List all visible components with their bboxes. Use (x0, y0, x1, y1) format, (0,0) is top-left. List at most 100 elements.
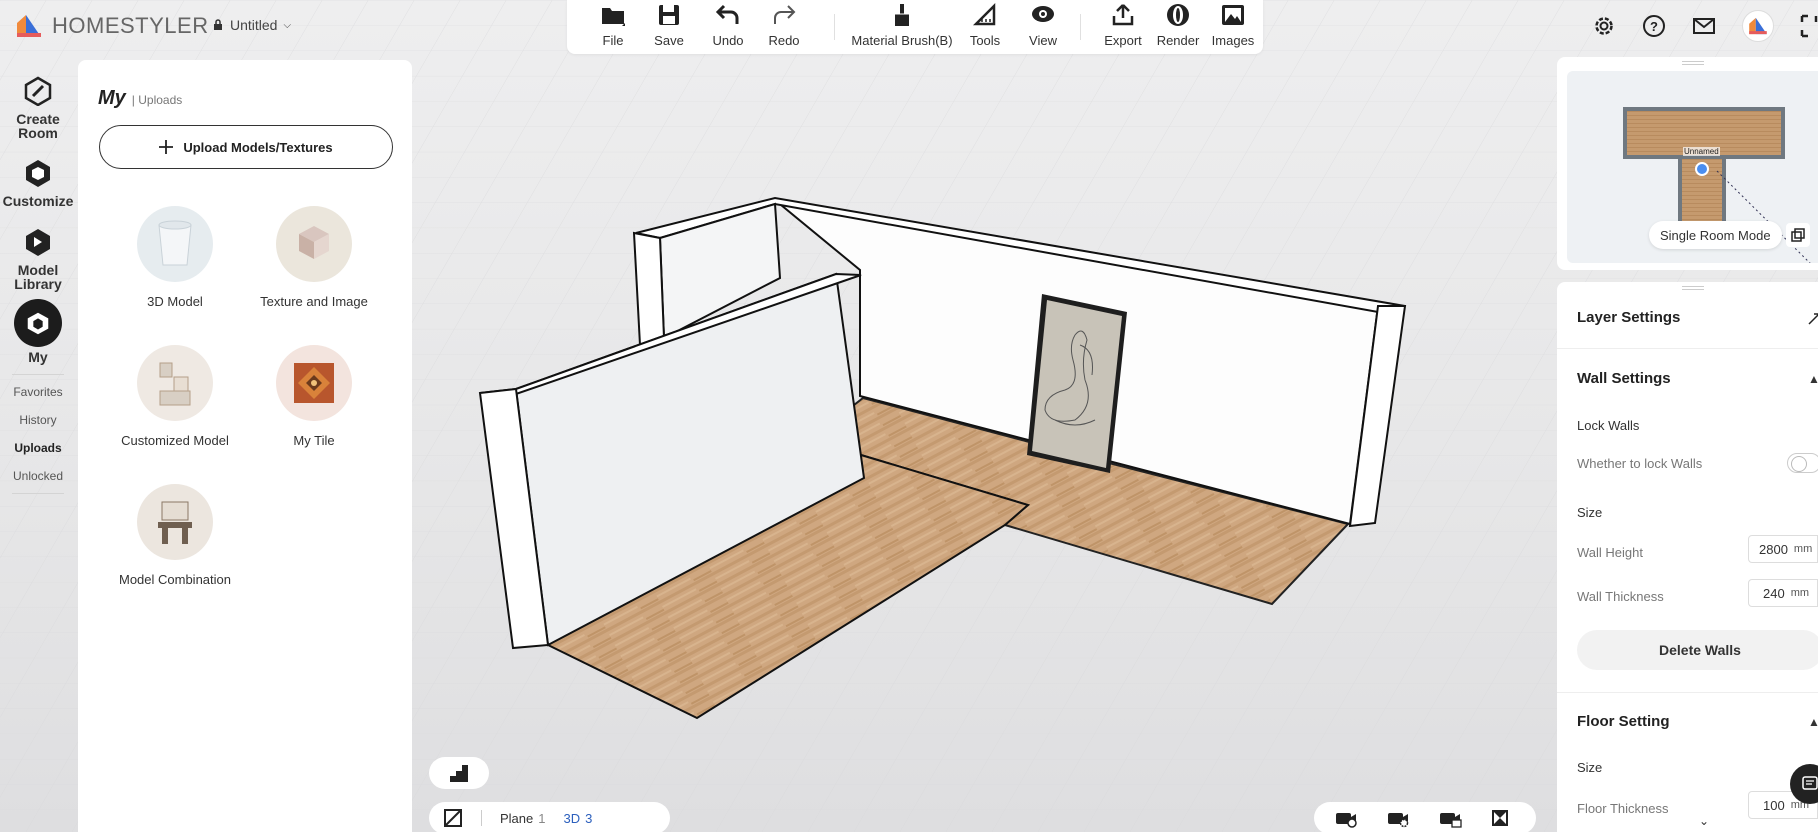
homestyler-logo-icon (17, 15, 41, 37)
lock-icon (214, 19, 222, 30)
brand-name: HOMESTYLER (52, 13, 209, 38)
model-combination-thumbnail (137, 484, 213, 560)
category-model-combination[interactable]: Model Combination (105, 484, 245, 587)
export-label: Export (1104, 33, 1142, 48)
chevron-up-icon[interactable]: ▲ (1808, 715, 1818, 729)
floor-thickness-label: Floor Thickness (1577, 801, 1669, 816)
render-icon (1167, 4, 1189, 26)
camera-list-icon[interactable] (1438, 808, 1462, 828)
minimap-panel: Unnamed Single Room Mode (1557, 57, 1818, 270)
brand[interactable]: HOMESTYLER (14, 10, 209, 42)
rail-divider (12, 374, 64, 375)
rail-sub-history[interactable]: History (19, 406, 56, 434)
scroll-down-chevron-icon[interactable]: ⌄ (1699, 814, 1709, 828)
plane-view-tab[interactable]: Plane 1 (500, 811, 545, 826)
redo-icon (774, 5, 796, 24)
wall-thickness-input[interactable]: 240 mm (1748, 579, 1818, 607)
category-my-tile[interactable]: My Tile (244, 345, 384, 448)
category-label: Texture and Image (260, 294, 368, 309)
render-button[interactable]: Render (1157, 2, 1199, 48)
fullscreen-icon[interactable] (1800, 14, 1818, 38)
delete-walls-button[interactable]: Delete Walls (1577, 630, 1818, 670)
panel-breadcrumb: | Uploads (131, 93, 183, 107)
single-room-mode-button[interactable]: Single Room Mode (1649, 221, 1782, 249)
upload-models-button[interactable]: Upload Models/Textures (99, 125, 393, 169)
document-title-dropdown[interactable]: Untitled ⌵ (212, 15, 291, 35)
svg-text:?: ? (1650, 19, 1658, 34)
camera-settings-icon[interactable] (1386, 808, 1410, 828)
help-icon[interactable]: ? (1642, 14, 1666, 38)
mail-icon[interactable] (1692, 14, 1716, 38)
chevron-up-icon[interactable]: ▲ (1808, 372, 1818, 386)
undo-label: Undo (712, 33, 744, 48)
my-label: My (28, 349, 48, 365)
user-avatar-icon (1749, 17, 1767, 35)
layer-settings-heading[interactable]: Layer Settings (1577, 309, 1680, 326)
left-back-wall-end (632, 231, 666, 347)
gear-icon[interactable] (1592, 14, 1616, 38)
ruler-icon (972, 2, 996, 26)
eye-icon (1032, 6, 1054, 22)
export-button[interactable]: Export (1103, 2, 1143, 48)
wall-height-input[interactable]: 2800 mm (1748, 535, 1818, 563)
drag-handle-icon[interactable] (1682, 286, 1704, 290)
images-button[interactable]: Images (1211, 2, 1255, 48)
artwork-frame[interactable] (1027, 294, 1127, 473)
avatar[interactable] (1742, 10, 1774, 42)
minimap-window-icon[interactable] (1786, 223, 1810, 247)
file-label: File (602, 33, 624, 48)
redo-label: Redo (768, 33, 800, 48)
my-nav[interactable]: My (0, 299, 76, 364)
rail-sub-uploads[interactable]: Uploads (14, 434, 61, 462)
image-icon (1222, 5, 1244, 25)
upload-label: Upload Models/Textures (183, 139, 333, 155)
lock-walls-description: Whether to lock Walls (1577, 456, 1703, 471)
redo-button[interactable]: Redo (767, 2, 801, 48)
section-divider (1557, 348, 1818, 349)
expand-icon[interactable] (1807, 312, 1818, 326)
compare-icon[interactable] (1490, 808, 1510, 828)
top-right-actions: ? (1592, 10, 1818, 42)
wall-size-label: Size (1577, 505, 1603, 520)
save-button[interactable]: Save (653, 2, 685, 48)
rail-sub-favorites[interactable]: Favorites (13, 378, 62, 406)
floorplan-toggle-icon[interactable] (443, 808, 463, 828)
category-3d-model[interactable]: 3D Model (105, 206, 245, 309)
3d-number: 3 (585, 810, 593, 826)
my-uploads-panel: My | Uploads Upload Models/Textures 3D M… (78, 60, 412, 832)
drag-handle-icon[interactable] (1682, 61, 1704, 65)
rail-divider (12, 493, 64, 494)
toolbar-divider (1080, 14, 1081, 40)
wall-settings-heading[interactable]: Wall Settings (1577, 370, 1671, 387)
export-icon (1112, 4, 1134, 26)
undo-button[interactable]: Undo (711, 2, 745, 48)
panel-title: My (98, 87, 126, 109)
tile-thumbnail (276, 345, 352, 421)
minimap-room-label: Unnamed (1683, 147, 1720, 156)
file-button[interactable]: File (597, 2, 629, 48)
category-customized-model[interactable]: Customized Model (105, 345, 245, 448)
view-label: View (1029, 33, 1057, 48)
lock-walls-toggle[interactable] (1787, 453, 1818, 473)
customize-label: Customize (2, 193, 74, 209)
3d-view-tab[interactable]: 3D 3 (563, 811, 592, 826)
floor-thickness-value: 100 (1763, 797, 1785, 813)
floor-size-label: Size (1577, 760, 1603, 775)
3d-label: 3D (563, 810, 581, 826)
3d-model-thumbnail (137, 206, 213, 282)
material-brush-button[interactable]: Material Brush(B) (850, 2, 954, 48)
customize-nav[interactable]: Customize (0, 156, 76, 208)
document-title: Untitled (230, 17, 278, 33)
category-texture-image[interactable]: Texture and Image (244, 206, 384, 309)
model-library-icon (21, 225, 55, 259)
stairs-tool-pill[interactable] (429, 757, 489, 789)
plus-icon (159, 140, 174, 154)
add-camera-icon[interactable] (1334, 808, 1358, 828)
tools-button[interactable]: Tools (968, 2, 1002, 48)
rail-sub-unlocked[interactable]: Unlocked (13, 462, 63, 490)
floor-setting-heading[interactable]: Floor Setting (1577, 713, 1670, 730)
model-library-nav[interactable]: Model Library (0, 225, 76, 291)
view-button[interactable]: View (1026, 2, 1060, 48)
create-room-nav[interactable]: Create Room (0, 74, 76, 140)
wall-height-value: 2800 (1759, 541, 1788, 557)
